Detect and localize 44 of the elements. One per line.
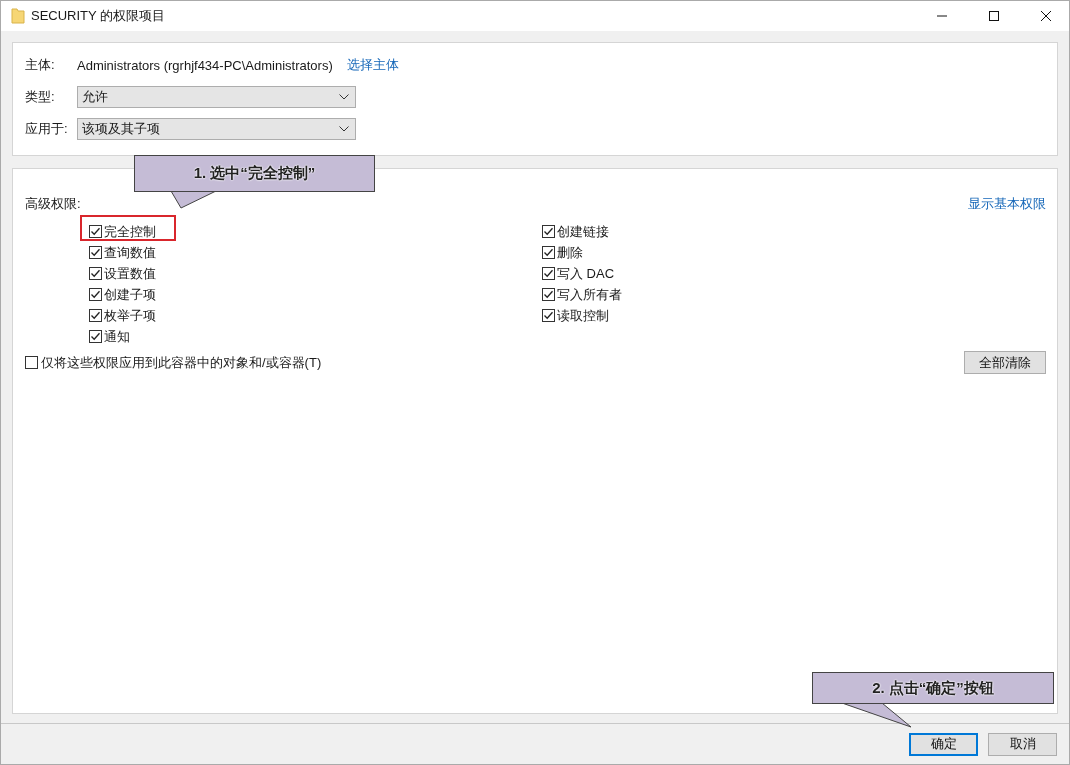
permission-label: 写入 DAC (557, 264, 615, 283)
clear-all-button[interactable]: 全部清除 (964, 351, 1046, 374)
chevron-icon (339, 126, 349, 132)
checkbox[interactable] (542, 288, 555, 301)
chevron-icon (339, 94, 349, 100)
callout-text: 2. 点击“确定”按钮 (872, 678, 994, 698)
permission-label: 删除 (557, 243, 583, 262)
principal-value: Administrators (rgrhjf434-PC\Administrators) (77, 57, 333, 73)
checkbox[interactable] (89, 288, 102, 301)
checkbox[interactable] (89, 267, 102, 280)
callout-text: 1. 选中“完全控制” (193, 164, 316, 183)
field-label: 应用于: (25, 120, 69, 138)
checkbox[interactable] (542, 246, 555, 259)
permission-label: 创建子项 (104, 285, 156, 304)
permission-label: 读取控制 (557, 306, 609, 325)
checkbox[interactable] (542, 309, 555, 322)
checkbox[interactable] (89, 246, 102, 259)
close-icon (1041, 11, 1051, 21)
checkbox[interactable] (25, 356, 38, 369)
permission-label: 枚举子项 (104, 306, 156, 325)
permission-label: 通知 (104, 327, 130, 346)
checkbox[interactable] (542, 267, 555, 280)
permissions-label: 高级权限: (25, 195, 81, 213)
permission-label: 设置数值 (104, 264, 156, 283)
ok-button[interactable]: 确定 (909, 732, 978, 756)
checkbox[interactable] (542, 225, 555, 238)
field-label: 类型: (25, 88, 56, 106)
cancel-button[interactable]: 取消 (988, 732, 1057, 756)
apply-only-label: 仅将这些权限应用到此容器中的对象和/或容器(T) (41, 353, 322, 372)
permission-label: 完全控制 (104, 222, 156, 241)
dropdown[interactable]: 该项及其子项 (77, 118, 356, 140)
maximize-icon (989, 11, 999, 21)
permission-label: 查询数值 (104, 243, 156, 262)
principal-label: 主体: (25, 56, 56, 74)
checkbox[interactable] (89, 225, 102, 238)
folder-icon (11, 8, 25, 24)
show-basic-link[interactable]: 显示基本权限 (968, 195, 1046, 213)
window-title: SECURITY 的权限项目 (31, 7, 167, 25)
permission-label: 创建链接 (557, 222, 609, 241)
select-principal-link[interactable]: 选择主体 (346, 56, 399, 74)
checkbox[interactable] (89, 330, 102, 343)
dropdown[interactable]: 允许 (77, 86, 356, 108)
checkbox[interactable] (89, 309, 102, 322)
permission-label: 写入所有者 (557, 285, 622, 304)
